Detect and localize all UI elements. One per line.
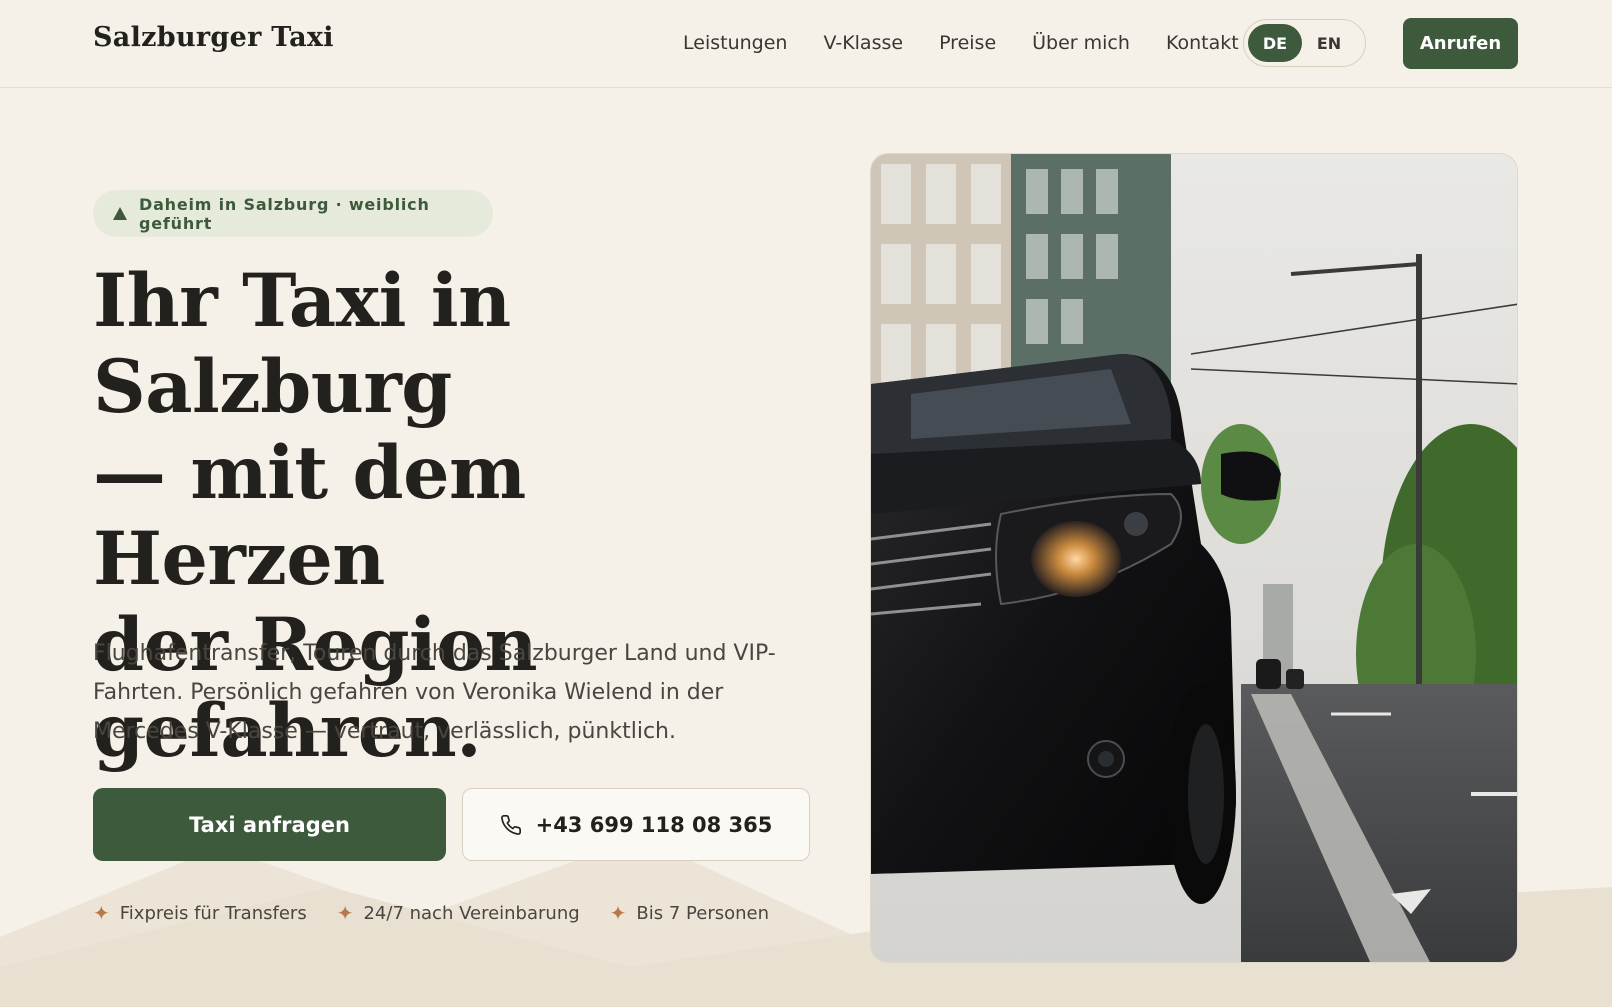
badge-label: Daheim in Salzburg · weiblich geführt (139, 194, 430, 233)
headline-line-1: Ihr Taxi in Salzburg (93, 258, 511, 430)
phone-number: +43 699 118 08 365 (535, 812, 773, 837)
hero-lead-text: Flughafentransfer, Touren durch das Salz… (93, 641, 776, 744)
main-nav: Leistungen V-Klasse Preise Über mich Kon… (683, 32, 1275, 54)
nav-item-leistungen[interactable]: Leistungen (683, 32, 787, 54)
sparkle-star-icon: ✦ (336, 901, 354, 925)
hero-badge: Daheim in Salzburg · weiblich geführt (93, 190, 493, 237)
sparkle-star-icon: ✦ (93, 901, 110, 925)
feature-item: ✦ 24/7 nach Vereinbarung (337, 901, 580, 925)
feature-label: 24/7 nach Vereinbarung (363, 902, 580, 924)
feature-label: Bis 7 Personen (636, 902, 770, 924)
sparkle-star-icon: ✦ (609, 901, 627, 925)
nav-item-kontakt[interactable]: Kontakt (1166, 32, 1239, 54)
request-taxi-button[interactable]: Taxi anfragen (93, 788, 446, 861)
lang-option-de[interactable]: DE (1248, 24, 1302, 62)
headline-line-2: — mit dem Herzen (93, 430, 526, 602)
site-header: Salzburger Taxi Leistungen V-Klasse Prei… (0, 0, 1612, 88)
feature-item: ✦ Bis 7 Personen (610, 901, 769, 925)
feature-item: ✦ Fixpreis für Transfers (93, 901, 307, 925)
hero-photo-van (870, 153, 1518, 963)
call-button[interactable]: Anrufen (1403, 18, 1518, 69)
feature-label: Fixpreis für Transfers (119, 902, 307, 924)
lang-option-en[interactable]: EN (1302, 24, 1356, 62)
phone-call-button[interactable]: +43 699 118 08 365 (462, 788, 810, 861)
brand-logo[interactable]: Salzburger Taxi (93, 22, 334, 53)
language-switch: DE EN (1243, 19, 1366, 67)
nav-item-v-klasse[interactable]: V-Klasse (823, 32, 903, 54)
nav-item-ueber-mich[interactable]: Über mich (1032, 32, 1130, 54)
nav-item-preise[interactable]: Preise (939, 32, 996, 54)
feature-list: ✦ Fixpreis für Transfers ✦ 24/7 nach Ver… (93, 901, 769, 925)
mountain-triangle-icon (113, 207, 127, 220)
van-street-illustration (871, 154, 1517, 962)
phone-icon (500, 814, 521, 835)
